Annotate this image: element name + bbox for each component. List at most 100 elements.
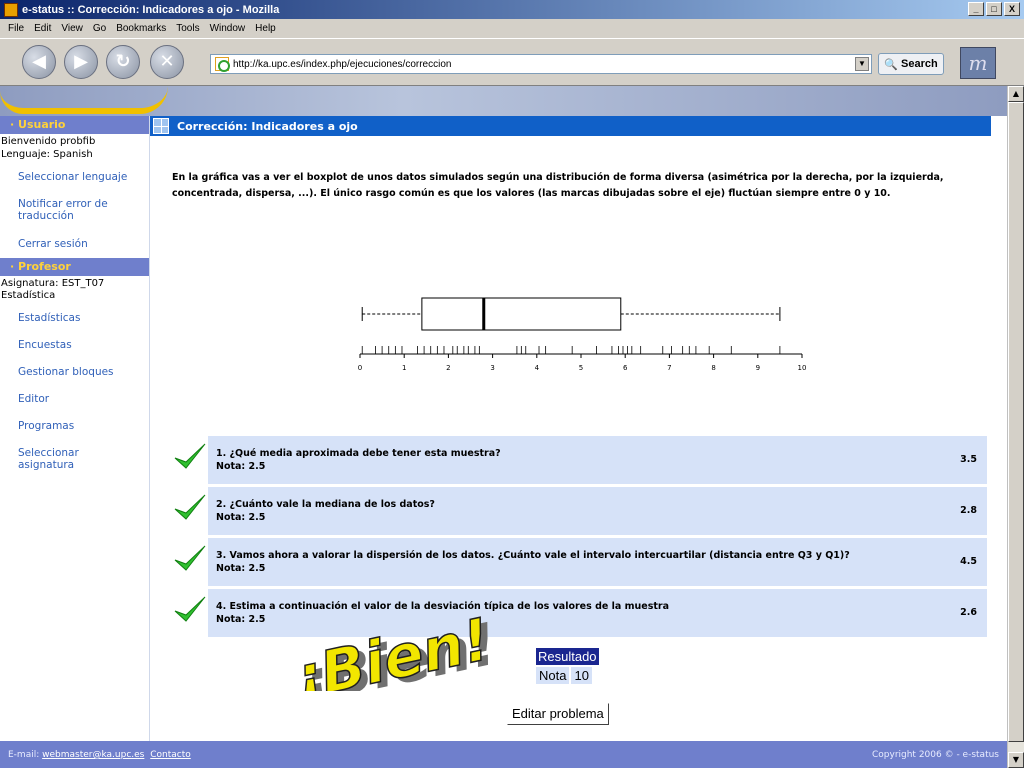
banner-swoosh xyxy=(0,86,168,114)
mozilla-logo: m xyxy=(960,47,996,79)
result-title: Resultado xyxy=(536,648,599,665)
question-text: 1. ¿Qué media aproximada debe tener esta… xyxy=(216,448,501,459)
answer-value: 2.8 xyxy=(960,505,977,516)
page-icon xyxy=(215,57,230,72)
checkmark-icon xyxy=(174,596,206,622)
sidebar-link-manage-blocks[interactable]: Gestionar bloques xyxy=(0,366,149,378)
answer-text: 3. Vamos ahora a valorar la dispersión d… xyxy=(216,549,850,575)
close-button[interactable]: X xyxy=(1004,2,1020,16)
check-cell xyxy=(172,436,208,484)
x-tick-label: 0 xyxy=(358,364,362,372)
sidebar-head-usuario: · Usuario xyxy=(0,116,149,134)
x-tick-label: 3 xyxy=(490,364,494,372)
forward-button[interactable]: ▶ xyxy=(64,45,98,79)
check-cell xyxy=(172,589,208,637)
result-value: 10 xyxy=(571,667,592,684)
copyright-text: Copyright 2006 © - e-status xyxy=(871,750,999,760)
minimize-button[interactable]: _ xyxy=(968,2,984,16)
search-icon: 🔍 xyxy=(884,58,898,71)
checkmark-icon xyxy=(174,443,206,469)
sidebar-link-logout[interactable]: Cerrar sesión xyxy=(0,238,149,250)
intro-text: En la gráfica vas a ver el boxplot de un… xyxy=(172,172,944,199)
x-tick-label: 8 xyxy=(711,364,715,372)
app-icon xyxy=(4,2,18,17)
result-row: Nota 10 xyxy=(536,667,599,684)
answer-value: 4.5 xyxy=(960,556,977,567)
scroll-down-icon[interactable]: ▼ xyxy=(1008,752,1024,768)
x-tick-label: 9 xyxy=(756,364,760,372)
menu-window[interactable]: Window xyxy=(210,23,246,34)
window-title: e-status :: Corrección: Indicadores a oj… xyxy=(22,3,280,16)
page-viewport: · Usuario Bienvenido probfib Lenguaje: S… xyxy=(0,86,1024,768)
search-button[interactable]: 🔍 Search xyxy=(878,53,944,75)
stop-button[interactable]: ✕ xyxy=(150,45,184,79)
x-tick-label: 6 xyxy=(623,364,628,372)
edit-problem-button[interactable]: Editar problema xyxy=(507,703,609,725)
boxplot-chart: 0 1 2 3 4 5 6 7 8 9 10 xyxy=(358,297,807,372)
result-box: Resultado Nota 10 xyxy=(536,648,599,684)
answer-value: 2.6 xyxy=(960,607,977,618)
scroll-up-icon[interactable]: ▲ xyxy=(1008,86,1024,102)
answer-row: 1. ¿Qué media aproximada debe tener esta… xyxy=(172,436,987,484)
menu-help[interactable]: Help xyxy=(255,23,276,34)
welcome-text: Bienvenido probfib xyxy=(1,136,96,147)
answer-row: 2. ¿Cuánto vale la mediana de los datos?… xyxy=(172,487,987,535)
answer-text: 1. ¿Qué media aproximada debe tener esta… xyxy=(216,447,501,473)
email-link[interactable]: webmaster@ka.upc.es xyxy=(42,750,144,760)
bien-graphic: ¡Bien! ¡Bien! xyxy=(288,604,503,691)
grid-icon xyxy=(153,118,169,134)
menu-bar: File Edit View Go Bookmarks Tools Window… xyxy=(0,19,1024,38)
x-tick-label: 2 xyxy=(446,364,450,372)
sidebar-link-programs[interactable]: Programas xyxy=(0,420,149,432)
navigation-toolbar: ◀ ▶ ↻ ✕ http://ka.upc.es/index.php/ejecu… xyxy=(0,38,1024,86)
grade-text: Nota: 2.5 xyxy=(216,461,266,472)
reload-button[interactable]: ↻ xyxy=(106,45,140,79)
sidebar-link-select-subject[interactable]: Seleccionar asignatura xyxy=(0,447,110,471)
maximize-button[interactable]: □ xyxy=(986,2,1002,16)
check-cell xyxy=(172,487,208,535)
main-content: Corrección: Indicadores a ojo En la gráf… xyxy=(150,116,991,741)
sidebar-link-editor[interactable]: Editor xyxy=(0,393,149,405)
sidebar-head-profesor: · Profesor xyxy=(0,258,149,276)
sidebar: · Usuario Bienvenido probfib Lenguaje: S… xyxy=(0,116,150,741)
search-label: Search xyxy=(901,58,938,70)
window-titlebar: e-status :: Corrección: Indicadores a oj… xyxy=(0,0,1024,19)
menu-tools[interactable]: Tools xyxy=(176,23,199,34)
back-button[interactable]: ◀ xyxy=(22,45,56,79)
grade-text: Nota: 2.5 xyxy=(216,512,266,523)
x-tick-label: 10 xyxy=(798,364,807,372)
x-tick-label: 7 xyxy=(667,364,671,372)
menu-go[interactable]: Go xyxy=(93,23,106,34)
site-banner xyxy=(0,86,1007,116)
subject-text: Asignatura: EST_T07 Estadística xyxy=(1,278,105,301)
url-dropdown-icon[interactable]: ▼ xyxy=(855,57,869,71)
url-bar[interactable]: http://ka.upc.es/index.php/ejecuciones/c… xyxy=(210,54,872,74)
sidebar-link-report-error[interactable]: Notificar error de traducción xyxy=(0,198,130,222)
footer-left: E-mail: webmaster@ka.upc.es Contacto xyxy=(8,750,191,760)
sidebar-link-select-language[interactable]: Seleccionar lenguaje xyxy=(0,171,149,183)
sidebar-link-statistics[interactable]: Estadísticas xyxy=(0,312,149,324)
window-controls: _ □ X xyxy=(968,2,1020,16)
menu-file[interactable]: File xyxy=(8,23,24,34)
boxplot-box xyxy=(421,297,622,331)
x-tick-label: 4 xyxy=(535,364,540,372)
check-cell xyxy=(172,538,208,586)
menu-bookmarks[interactable]: Bookmarks xyxy=(116,23,166,34)
content-header: Corrección: Indicadores a ojo xyxy=(150,116,991,136)
contact-link[interactable]: Contacto xyxy=(150,750,191,760)
result-label: Nota xyxy=(536,667,570,684)
url-text[interactable]: http://ka.upc.es/index.php/ejecuciones/c… xyxy=(233,59,451,70)
question-text: 2. ¿Cuánto vale la mediana de los datos? xyxy=(216,499,435,510)
vertical-scrollbar[interactable]: ▲ ▼ xyxy=(1007,86,1024,768)
answer-value: 3.5 xyxy=(960,454,977,465)
scroll-thumb[interactable] xyxy=(1008,102,1024,742)
grade-text: Nota: 2.5 xyxy=(216,563,266,574)
menu-view[interactable]: View xyxy=(61,23,83,34)
question-text: 3. Vamos ahora a valorar la dispersión d… xyxy=(216,550,850,561)
sidebar-link-surveys[interactable]: Encuestas xyxy=(0,339,149,351)
checkmark-icon xyxy=(174,545,206,571)
page-footer: E-mail: webmaster@ka.upc.es Contacto Cop… xyxy=(0,741,1007,768)
checkmark-icon xyxy=(174,494,206,520)
x-tick-label: 1 xyxy=(402,364,406,372)
menu-edit[interactable]: Edit xyxy=(34,23,51,34)
